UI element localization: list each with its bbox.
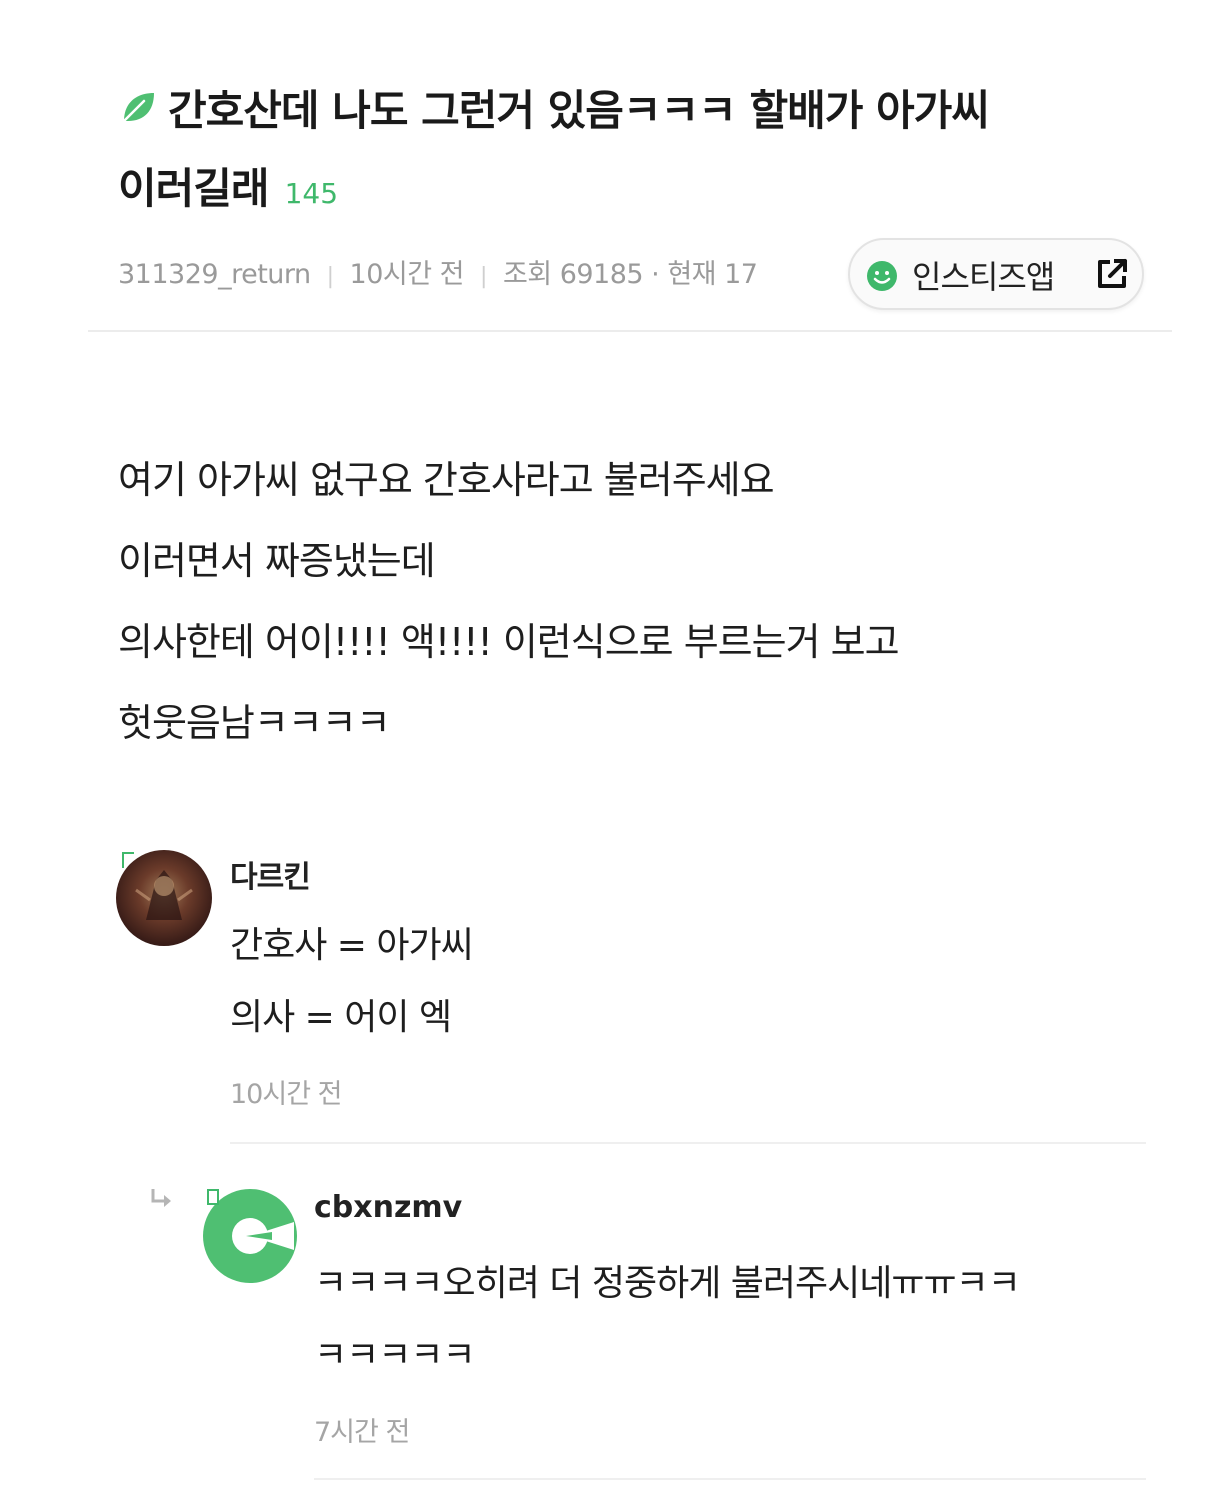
comment-text: ㅋㅋㅋㅋ오히려 더 정중하게 불러주시네ㅠㅠㅋㅋ	[314, 1263, 1021, 1304]
avatar[interactable]	[202, 1188, 298, 1284]
post-meta-text: 311329_return | 10시간 전 | 조회 69185 · 현재 17	[118, 252, 758, 291]
post-views: 조회 69185 · 현재 17	[502, 259, 758, 290]
level-badge	[122, 852, 134, 868]
comment-divider	[230, 1142, 1146, 1144]
post-title-line2: 이러길래	[118, 164, 270, 213]
comment-text: ㅋㅋㅋㅋㅋ	[314, 1335, 476, 1376]
post-time: 10시간 전	[349, 259, 465, 290]
post-header: 간호산데 나도 그런거 있음ㅋㅋㅋ 할배가 아가씨 이러길래 145	[118, 72, 1128, 233]
post-body-line: 이러면서 짜증냈는데	[118, 539, 436, 583]
post-body-line: 의사한테 어이!!!! 액!!!! 이런식으로 부르는거 보고	[118, 620, 900, 664]
comment-author[interactable]: 다르킨	[230, 852, 311, 896]
external-link-icon	[1098, 259, 1127, 288]
post-body-line: 여기 아가씨 없구요 간호사라고 불러주세요	[118, 458, 775, 502]
meta-separator: |	[480, 264, 487, 289]
open-app-button[interactable]: 인스티즈앱	[848, 238, 1144, 310]
comment-time: 7시간 전	[314, 1417, 410, 1448]
smile-icon	[867, 261, 897, 291]
post-body-line: 헛웃음남ㅋㅋㅋㅋ	[118, 701, 391, 745]
post-meta: 311329_return | 10시간 전 | 조회 69185 · 현재 17 인스…	[118, 238, 1148, 310]
meta-separator: |	[326, 264, 334, 289]
reply-arrow-icon	[151, 1189, 171, 1207]
post-body: 여기 아가씨 없구요 간호사라고 불러주세요 이러면서 짜증냈는데 의사한테 어…	[118, 440, 1128, 764]
comment-text: 의사 = 어이 엑	[230, 997, 452, 1038]
post-title: 간호산데 나도 그런거 있음ㅋㅋㅋ 할배가 아가씨 이러길래 145	[118, 72, 1128, 233]
comment-text: 간호사 = 아가씨	[230, 925, 474, 966]
comment-count[interactable]: 145	[285, 177, 338, 210]
comment-time: 10시간 전	[230, 1079, 342, 1110]
comment-divider	[314, 1478, 1146, 1480]
leaf-icon	[122, 93, 154, 123]
open-app-label: 인스티즈앱	[912, 258, 1055, 296]
post-title-line1: 간호산데 나도 그런거 있음ㅋㅋㅋ 할배가 아가씨	[168, 86, 990, 135]
header-divider	[88, 330, 1172, 332]
post-author[interactable]: 311329_return	[118, 259, 311, 290]
comment-author[interactable]: cbxnzmv	[314, 1190, 462, 1225]
